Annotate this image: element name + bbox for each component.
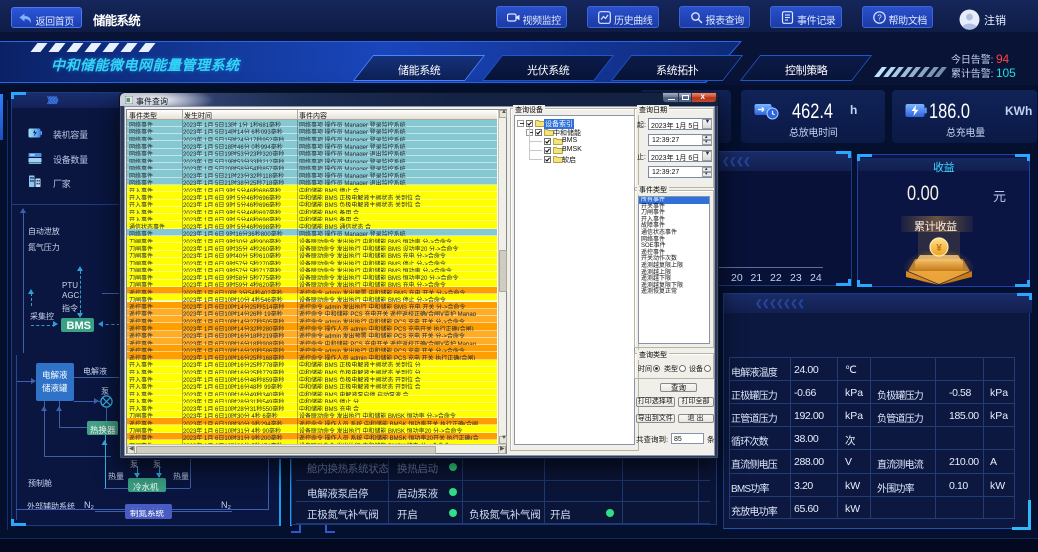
svg-text:¥: ¥ — [936, 243, 942, 254]
